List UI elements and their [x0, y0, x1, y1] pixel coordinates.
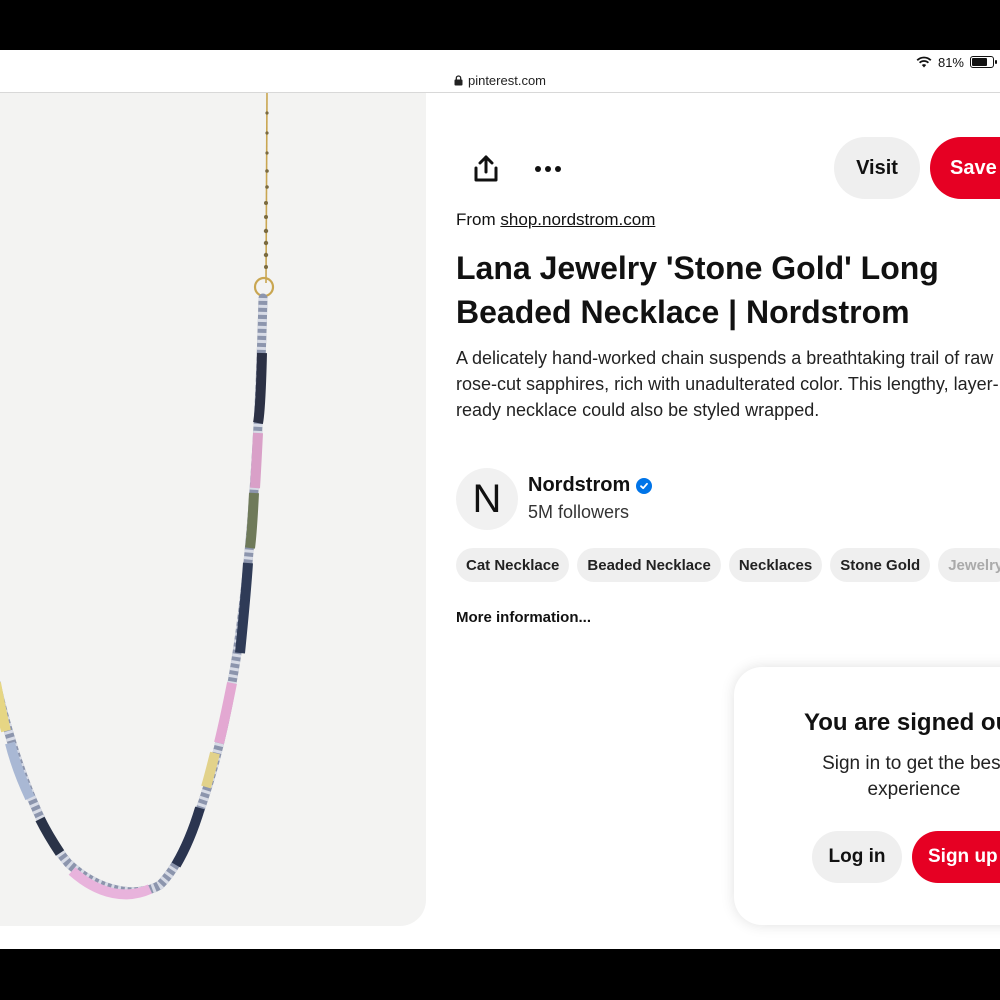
share-icon [474, 155, 498, 182]
login-button[interactable]: Log in [812, 831, 902, 883]
signin-subtitle: Sign in to get the best experience [822, 753, 1000, 800]
signup-button[interactable]: Sign up [912, 831, 1000, 883]
signin-title: You are signed out [804, 709, 1000, 736]
lock-icon [454, 74, 463, 85]
creator-info[interactable]: N Nordstrom 5M followers [456, 468, 856, 530]
bead-strand [0, 293, 268, 897]
creator-name[interactable]: Nordstrom [528, 474, 630, 497]
more-options-icon [535, 166, 561, 172]
share-button[interactable] [468, 151, 504, 187]
avatar[interactable]: N [456, 468, 518, 530]
signin-card: You are signed out Sign in to get the be… [734, 667, 1000, 925]
creator-name-row: Nordstrom [528, 474, 653, 497]
pin-action-row: Visit Save [456, 137, 1000, 201]
jump-ring [253, 276, 275, 298]
from-label: From [456, 210, 496, 229]
tag-chip[interactable]: Cat Necklace [456, 548, 570, 582]
source-link[interactable]: shop.nordstrom.com [500, 210, 655, 229]
verified-badge-icon [636, 477, 653, 494]
more-information-link[interactable]: More information... [456, 609, 591, 626]
battery-fill [972, 58, 987, 66]
wifi-icon [916, 56, 932, 68]
follower-count: 5M followers [528, 502, 630, 522]
visit-button[interactable]: Visit [834, 137, 920, 199]
tag-chip[interactable]: Necklaces [728, 548, 823, 582]
address-bar[interactable]: pinterest.com [0, 68, 1000, 92]
tag-chip[interactable]: Beaded Necklace [577, 548, 721, 582]
pin-description: A delicately hand-worked chain suspends … [456, 348, 999, 420]
save-button[interactable]: Save [930, 137, 1000, 199]
tag-chip[interactable]: Jewelry [938, 548, 1000, 582]
necklace-illustration [0, 93, 275, 900]
battery-icon [970, 56, 997, 68]
more-options-button[interactable] [530, 151, 566, 187]
related-tags: Cat Necklace Beaded Necklace Necklaces S… [456, 548, 1000, 582]
pin-title: Lana Jewelry 'Stone Gold' Long Beaded Ne… [456, 250, 939, 330]
pin-image[interactable] [0, 93, 426, 926]
pin-source: From shop.nordstrom.com [456, 210, 655, 230]
pinterest-screen: 81% pinterest.com Visit Save From shop.n… [0, 50, 1000, 949]
url-text: pinterest.com [467, 72, 547, 88]
tag-chip[interactable]: Stone Gold [830, 548, 931, 582]
